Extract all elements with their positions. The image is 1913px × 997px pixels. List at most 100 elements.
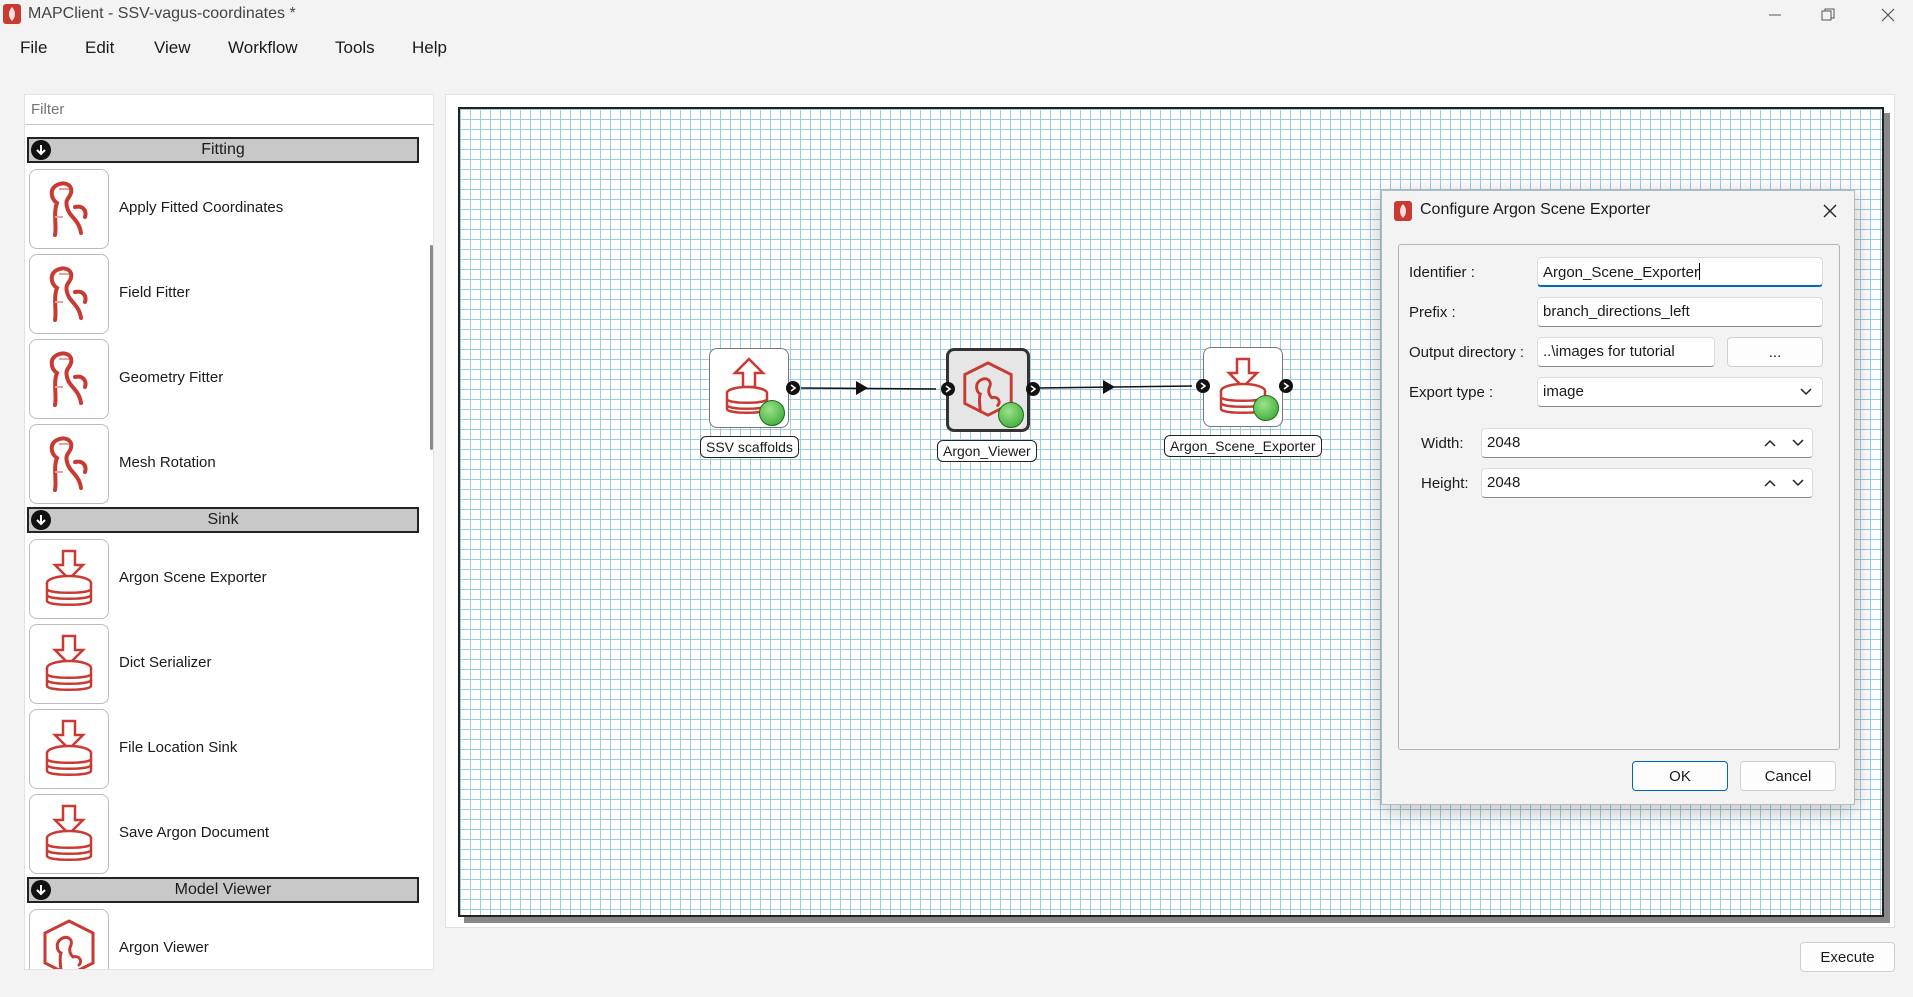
step-label: Apply Fitted Coordinates bbox=[119, 199, 284, 216]
identifier-label: Identifier : bbox=[1409, 264, 1475, 281]
collapse-arrow-icon[interactable] bbox=[31, 880, 51, 900]
cancel-button[interactable]: Cancel bbox=[1740, 761, 1836, 791]
node-label: SSV scaffolds bbox=[700, 436, 799, 458]
sink-database-icon bbox=[29, 794, 109, 874]
step-configured-badge-icon bbox=[998, 402, 1024, 428]
chevron-down-icon[interactable] bbox=[1786, 429, 1810, 457]
minimize-button[interactable] bbox=[1752, 0, 1798, 30]
chevron-up-icon[interactable] bbox=[1758, 429, 1782, 457]
chevron-down-icon[interactable] bbox=[1786, 469, 1810, 497]
restore-icon bbox=[1821, 8, 1835, 21]
input-port-icon[interactable] bbox=[1196, 379, 1210, 393]
prefix-label: Prefix : bbox=[1409, 304, 1456, 321]
output-port-icon[interactable] bbox=[786, 381, 800, 395]
step-label: Mesh Rotation bbox=[119, 454, 216, 471]
category-fitting[interactable]: Fitting bbox=[27, 137, 419, 163]
menu-bar: File Edit View Workflow Tools Help bbox=[0, 32, 1913, 64]
step-item-save-argon-document[interactable]: Save Argon Document bbox=[29, 794, 409, 874]
step-label: Dict Serializer bbox=[119, 654, 212, 671]
collapse-arrow-icon[interactable] bbox=[31, 510, 51, 530]
palette-scrollbar[interactable] bbox=[430, 245, 433, 450]
step-item-mesh-rotation[interactable]: Mesh Rotation bbox=[29, 424, 409, 504]
step-configured-badge-icon bbox=[1253, 395, 1279, 421]
output-directory-input[interactable]: ..\images for tutorial bbox=[1537, 337, 1715, 367]
height-label: Height: bbox=[1421, 475, 1469, 492]
prefix-value: branch_directions_left bbox=[1543, 303, 1690, 320]
ok-button[interactable]: OK bbox=[1632, 761, 1728, 791]
output-port-icon[interactable] bbox=[1026, 382, 1040, 396]
dialog-title: Configure Argon Scene Exporter bbox=[1420, 201, 1651, 218]
bone-fitting-icon bbox=[29, 424, 109, 504]
output-directory-value: ..\images for tutorial bbox=[1543, 343, 1675, 360]
step-label: Save Argon Document bbox=[119, 824, 270, 841]
mapclient-logo-icon bbox=[1394, 201, 1412, 221]
category-model-viewer[interactable]: Model Viewer bbox=[27, 877, 419, 903]
bone-fitting-icon bbox=[29, 254, 109, 334]
menu-workflow[interactable]: Workflow bbox=[228, 38, 298, 58]
browse-button[interactable]: ... bbox=[1727, 337, 1823, 367]
step-label: Argon Scene Exporter bbox=[119, 569, 267, 586]
step-item-field-fitter[interactable]: Field Fitter bbox=[29, 254, 409, 334]
category-label: Sink bbox=[207, 511, 239, 528]
sink-database-icon bbox=[29, 709, 109, 789]
filter-input[interactable] bbox=[25, 95, 433, 125]
menu-help[interactable]: Help bbox=[412, 38, 447, 58]
argon-viewer-icon bbox=[29, 909, 109, 969]
step-label: Field Fitter bbox=[119, 284, 190, 301]
menu-view[interactable]: View bbox=[154, 38, 191, 58]
collapse-arrow-icon[interactable] bbox=[31, 140, 51, 160]
width-spinbox[interactable]: 2048 bbox=[1481, 428, 1813, 458]
bone-fitting-icon bbox=[29, 339, 109, 419]
output-directory-label: Output directory : bbox=[1409, 344, 1525, 361]
step-item-dict-serializer[interactable]: Dict Serializer bbox=[29, 624, 409, 704]
menu-file[interactable]: File bbox=[20, 38, 47, 58]
window-title: MAPClient - SSV-vagus-coordinates * bbox=[28, 5, 296, 22]
window-close-button[interactable] bbox=[1865, 0, 1911, 30]
minimize-icon bbox=[1769, 14, 1781, 16]
export-type-label: Export type : bbox=[1409, 384, 1494, 401]
export-type-value: image bbox=[1543, 383, 1584, 400]
prefix-input[interactable]: branch_directions_left bbox=[1537, 297, 1823, 327]
menu-edit[interactable]: Edit bbox=[85, 38, 114, 58]
step-configured-badge-icon bbox=[759, 400, 785, 426]
chevron-up-icon[interactable] bbox=[1758, 469, 1782, 497]
menu-tools[interactable]: Tools bbox=[335, 38, 375, 58]
close-icon bbox=[1881, 8, 1895, 22]
step-label: Geometry Fitter bbox=[119, 369, 224, 386]
identifier-input[interactable]: Argon_Scene_Exporter bbox=[1537, 257, 1823, 287]
configure-dialog: Configure Argon Scene Exporter Identifie… bbox=[1381, 190, 1855, 805]
output-port-icon[interactable] bbox=[1279, 379, 1293, 393]
category-label: Fitting bbox=[201, 141, 245, 158]
close-icon bbox=[1823, 204, 1837, 218]
step-item-geometry-fitter[interactable]: Geometry Fitter bbox=[29, 339, 409, 419]
step-label: Argon Viewer bbox=[119, 939, 209, 956]
step-item-argon-viewer[interactable]: Argon Viewer bbox=[29, 909, 409, 969]
width-value: 2048 bbox=[1487, 434, 1521, 451]
execute-button[interactable]: Execute bbox=[1800, 942, 1895, 972]
step-item-apply-fitted-coordinates[interactable]: Apply Fitted Coordinates bbox=[29, 169, 409, 249]
export-type-select[interactable]: image bbox=[1537, 377, 1823, 407]
height-spinbox[interactable]: 2048 bbox=[1481, 468, 1813, 498]
dialog-close-button[interactable] bbox=[1816, 197, 1844, 225]
input-port-icon[interactable] bbox=[941, 382, 955, 396]
step-item-file-location-sink[interactable]: File Location Sink bbox=[29, 709, 409, 789]
mapclient-logo-icon bbox=[3, 4, 21, 24]
chevron-down-icon bbox=[1800, 388, 1812, 396]
restore-button[interactable] bbox=[1805, 0, 1851, 30]
settings-groupbox: Identifier : Argon_Scene_Exporter Prefix… bbox=[1398, 244, 1840, 750]
node-label: Argon_Scene_Exporter bbox=[1164, 435, 1322, 457]
sink-database-icon bbox=[29, 539, 109, 619]
node-label: Argon_Viewer bbox=[937, 440, 1037, 462]
identifier-value: Argon_Scene_Exporter bbox=[1543, 264, 1699, 281]
category-sink[interactable]: Sink bbox=[27, 507, 419, 533]
category-label: Model Viewer bbox=[174, 881, 272, 898]
step-label: File Location Sink bbox=[119, 739, 238, 756]
step-palette: Fitting Apply Fitted Coordinates Field F… bbox=[24, 94, 434, 970]
title-bar: MAPClient - SSV-vagus-coordinates * bbox=[0, 0, 1913, 30]
sink-database-icon bbox=[29, 624, 109, 704]
step-item-argon-scene-exporter[interactable]: Argon Scene Exporter bbox=[29, 539, 409, 619]
width-label: Width: bbox=[1421, 435, 1464, 452]
text-caret bbox=[1698, 263, 1700, 280]
height-value: 2048 bbox=[1487, 474, 1521, 491]
bone-fitting-icon bbox=[29, 169, 109, 249]
